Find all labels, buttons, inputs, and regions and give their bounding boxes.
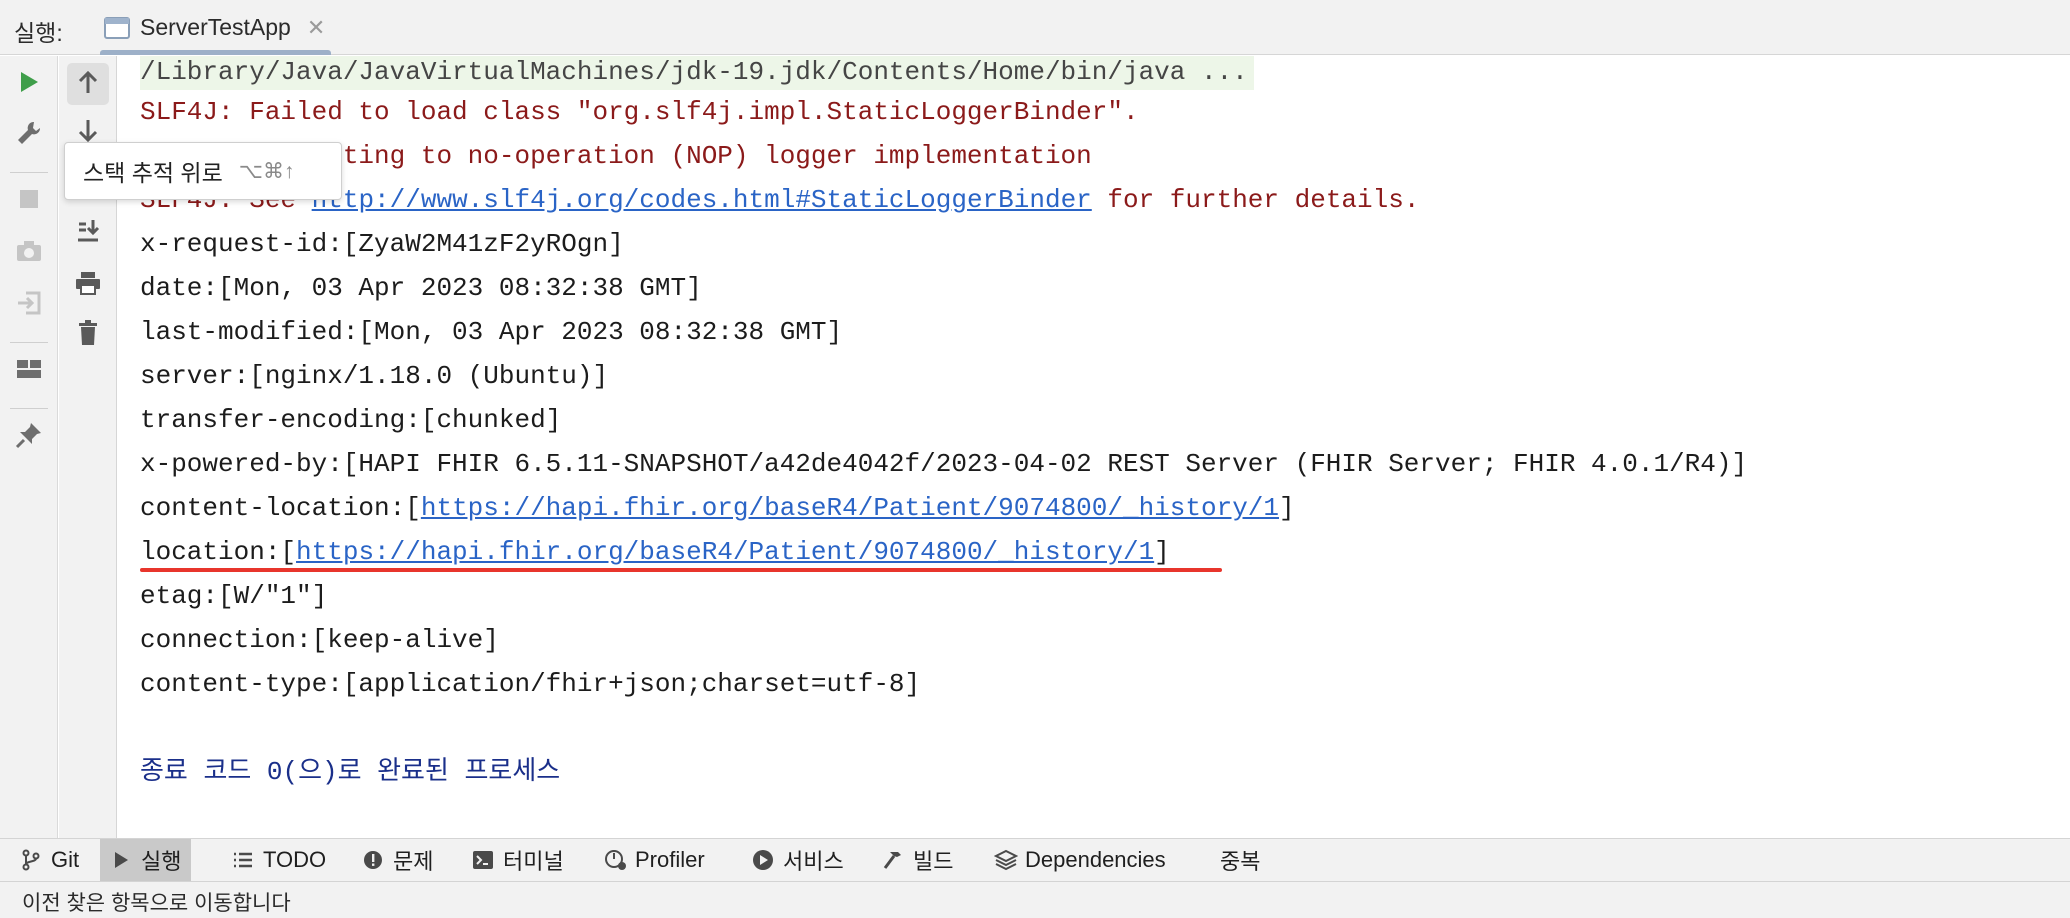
console-line: last-modified:[Mon, 03 Apr 2023 08:32:38… [140, 317, 843, 347]
console-line: connection:[keep-alive] [140, 625, 499, 655]
toolbar-separator [10, 342, 48, 343]
tab-title: ServerTestApp [140, 14, 291, 40]
slf4j-docs-link[interactable]: http://www.slf4j.org/codes.html#StaticLo… [312, 185, 1092, 215]
layout-button[interactable] [8, 350, 50, 392]
up-stack-trace-button[interactable] [67, 63, 109, 105]
console-line: server:[nginx/1.18.0 (Ubuntu)] [140, 361, 609, 391]
tooltip: 스택 추적 위로 ⌥⌘↑ [64, 142, 342, 200]
hammer-icon [882, 849, 904, 871]
content-location-link[interactable]: https://hapi.fhir.org/baseR4/Patient/907… [421, 493, 1279, 523]
highlight-underline [140, 568, 1222, 572]
git-branch-icon [20, 849, 42, 871]
tab-server-test-app[interactable]: ServerTestApp ✕ [94, 0, 339, 55]
location-link[interactable]: https://hapi.fhir.org/baseR4/Patient/907… [296, 537, 1154, 567]
tool-window-services[interactable]: 서비스 [742, 839, 854, 881]
layout-icon [15, 357, 43, 386]
printer-icon [74, 270, 102, 301]
tool-window-label: 문제 [393, 849, 434, 874]
run-actions-toolbar [0, 56, 58, 838]
pin-icon [15, 421, 43, 454]
edit-configuration-button[interactable] [8, 114, 50, 156]
command-line: /Library/Java/JavaVirtualMachines/jdk-19… [140, 56, 1254, 90]
console-window-icon [104, 16, 130, 39]
scroll-to-end-icon [75, 218, 101, 249]
close-icon[interactable]: ✕ [307, 15, 325, 41]
status-bar: 이전 찾은 항목으로 이동합니다 [0, 882, 2070, 918]
tool-window-duplicates[interactable]: 중복 [1210, 839, 1270, 881]
console-line: date:[Mon, 03 Apr 2023 08:32:38 GMT] [140, 273, 702, 303]
run-label: 실행: [14, 20, 63, 46]
scroll-to-end-button[interactable] [67, 212, 109, 254]
console-line: etag:[W/"1"] [140, 581, 328, 611]
tool-window-label: Dependencies [1025, 847, 1166, 872]
tool-window-todo[interactable]: TODO [222, 839, 336, 881]
arrow-up-icon [76, 69, 100, 100]
problems-icon [362, 849, 384, 871]
wrench-icon [15, 119, 43, 152]
console-line: content-type:[application/fhir+json;char… [140, 669, 921, 699]
console-line: content-location:[https://hapi.fhir.org/… [140, 490, 1295, 526]
tool-window-label: 실행 [141, 849, 182, 874]
console-line: transfer-encoding:[chunked] [140, 405, 562, 435]
console-text: location:[ [140, 537, 297, 567]
camera-icon [15, 239, 43, 268]
tooltip-shortcut: ⌥⌘↑ [238, 159, 295, 183]
rerun-button[interactable] [8, 63, 50, 105]
tooltip-text: 스택 추적 위로 [83, 160, 223, 186]
services-icon [752, 849, 774, 871]
pin-tab-button[interactable] [8, 416, 50, 458]
process-exit-message: 종료 코드 0(으)로 완료된 프로세스 [140, 757, 561, 787]
profiler-icon [604, 849, 626, 871]
tool-window-profiler[interactable]: Profiler [594, 839, 715, 881]
tool-window-label: 터미널 [503, 849, 564, 874]
play-icon [18, 70, 40, 99]
tool-window-label: Profiler [635, 847, 705, 872]
console-line: location:[https://hapi.fhir.org/baseR4/P… [140, 534, 1170, 570]
stop-button[interactable] [8, 180, 50, 222]
dump-threads-button[interactable] [8, 232, 50, 274]
tool-window-label: 중복 [1220, 849, 1261, 874]
tool-window-dependencies[interactable]: Dependencies [984, 839, 1176, 881]
tool-window-bar: Git 실행 TODO 문제 터미널 Profiler 서비스 빌드 Depen… [0, 838, 2070, 882]
console-line: x-request-id:[ZyaW2M41zF2yROgn] [140, 229, 624, 259]
trash-icon [76, 319, 100, 352]
tool-window-run[interactable]: 실행 [100, 839, 192, 881]
console-text: ] [1279, 493, 1295, 523]
tool-window-label: 빌드 [913, 849, 954, 874]
console-text: ] [1154, 537, 1170, 567]
exit-icon [15, 289, 43, 322]
active-tab-indicator [100, 50, 332, 55]
terminal-icon [472, 849, 494, 871]
run-icon [110, 849, 132, 871]
console-text: for further details. [1091, 185, 1420, 215]
status-message: 이전 찾은 항목으로 이동합니다 [22, 892, 291, 915]
print-button[interactable] [67, 264, 109, 306]
clear-all-button[interactable] [67, 314, 109, 356]
tool-window-git[interactable]: Git [10, 839, 89, 881]
tool-window-problems[interactable]: 문제 [352, 839, 443, 881]
console-output[interactable]: /Library/Java/JavaVirtualMachines/jdk-19… [118, 56, 2070, 838]
exit-button[interactable] [8, 284, 50, 326]
console-text: content-location:[ [140, 493, 421, 523]
tool-window-label: TODO [263, 847, 327, 872]
run-tool-window-header: 실행: ServerTestApp ✕ [0, 0, 2070, 55]
tool-window-terminal[interactable]: 터미널 [462, 839, 574, 881]
console-error-line: SLF4J: Failed to load class "org.slf4j.i… [140, 97, 1139, 127]
stop-icon [18, 188, 40, 215]
toolbar-separator [10, 408, 48, 409]
layers-icon [993, 849, 1019, 871]
tool-window-label: 서비스 [783, 849, 844, 874]
list-icon [232, 849, 254, 871]
toolbar-separator [10, 172, 48, 173]
console-line: x-powered-by:[HAPI FHIR 6.5.11-SNAPSHOT/… [140, 449, 1748, 479]
tool-window-label: Git [51, 847, 80, 872]
tool-window-build[interactable]: 빌드 [872, 839, 963, 881]
